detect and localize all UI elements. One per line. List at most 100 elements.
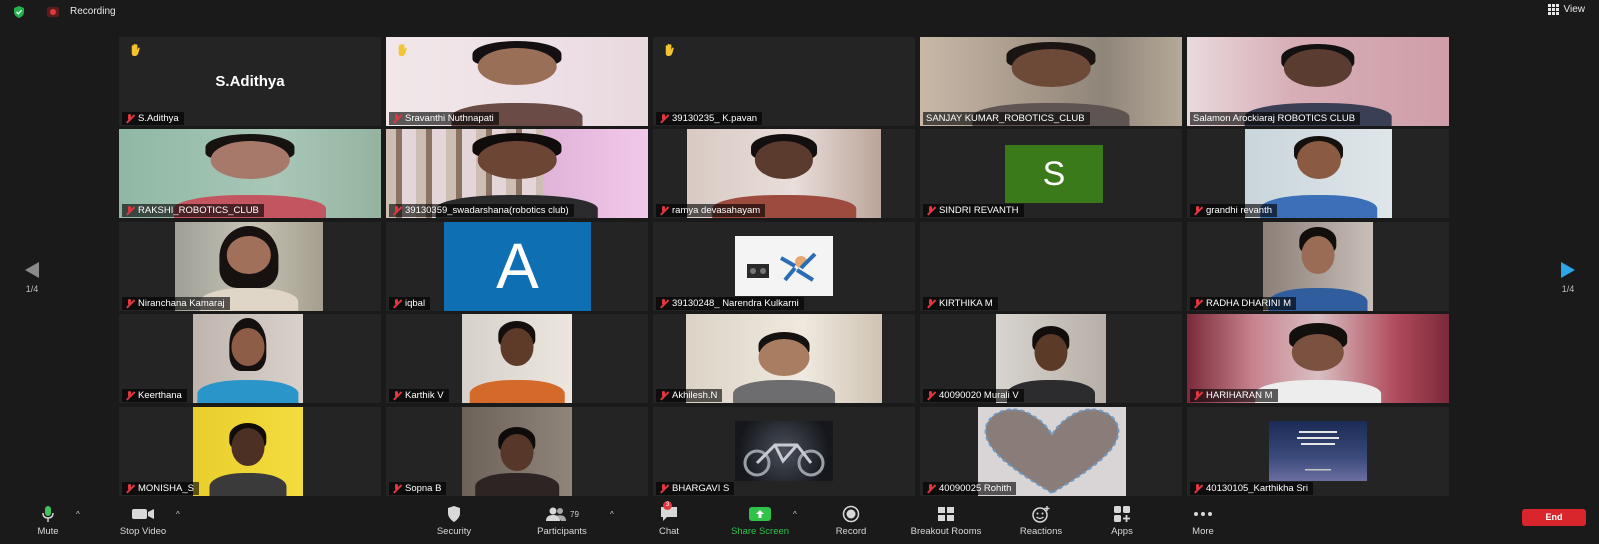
mic-muted-icon — [392, 390, 401, 401]
participant-name: HARIHARAN M — [1206, 390, 1273, 401]
participant-tile[interactable]: 40090020 Murali V — [920, 314, 1182, 403]
participant-name-tag: Keerthana — [122, 389, 187, 402]
share-screen-icon — [749, 507, 771, 521]
participant-name: 39130235_ K.pavan — [672, 113, 758, 124]
top-bar: Recording View — [0, 0, 1599, 24]
chat-button[interactable]: 3 Chat — [652, 501, 686, 537]
video-options-caret[interactable]: ^ — [176, 510, 180, 519]
participant-name-tag: 40090025 Rohith — [923, 482, 1017, 495]
mute-button[interactable]: Mute — [30, 504, 66, 537]
participants-count: 79 — [570, 509, 579, 519]
participants-button[interactable]: 79 Participants — [526, 504, 598, 537]
participant-tile[interactable]: SANJAY KUMAR_ROBOTICS_CLUB — [920, 37, 1182, 126]
mic-muted-icon — [659, 390, 668, 401]
participants-label: Participants — [537, 526, 587, 537]
participant-name-tag: iqbal — [389, 297, 431, 310]
participant-tile[interactable]: A iqbal — [386, 222, 648, 311]
mic-muted-icon — [125, 390, 134, 401]
participant-avatar: S — [1005, 145, 1103, 203]
participant-name: Sopna B — [405, 483, 442, 494]
recording-icon — [47, 7, 59, 17]
participant-name-tag: 39130248_ Narendra Kulkarni — [656, 297, 804, 310]
meeting-toolbar: Mute ^ Stop Video ^ Security 79 Particip… — [0, 500, 1599, 544]
reactions-button[interactable]: Reactions — [1012, 504, 1070, 537]
apps-button[interactable]: Apps — [1104, 504, 1140, 537]
view-button[interactable]: View — [1547, 4, 1586, 15]
record-icon — [842, 505, 860, 523]
mic-muted-icon — [125, 298, 134, 309]
mute-options-caret[interactable]: ^ — [76, 510, 80, 519]
participant-tile[interactable]: ramya devasahayam — [653, 129, 915, 218]
participant-tile[interactable]: Niranchana Kamaraj — [119, 222, 381, 311]
apps-label: Apps — [1111, 526, 1133, 537]
mic-muted-icon — [659, 483, 668, 494]
stop-video-button[interactable]: Stop Video — [108, 504, 178, 537]
participant-name-tag: ramya devasahayam — [656, 204, 766, 217]
participant-name-tag: Sopna B — [389, 482, 447, 495]
participant-video — [462, 407, 572, 496]
participant-name-tag: Sravanthi Nuthnapati — [389, 112, 499, 125]
participant-name: 40090020 Murali V — [939, 390, 1019, 401]
mic-muted-icon — [1193, 483, 1202, 494]
reactions-label: Reactions — [1019, 526, 1063, 537]
mic-muted-icon — [926, 390, 935, 401]
more-button[interactable]: More — [1186, 504, 1220, 537]
mic-muted-icon — [659, 298, 668, 309]
breakout-rooms-icon — [938, 507, 954, 521]
participant-tile[interactable]: HARIHARAN M — [1187, 314, 1449, 403]
mic-muted-icon — [659, 113, 668, 124]
participants-options-caret[interactable]: ^ — [610, 510, 614, 519]
breakout-rooms-button[interactable]: Breakout Rooms — [898, 504, 994, 537]
participant-name: KIRTHIKA M — [939, 298, 993, 309]
participant-name: SINDRI REVANTH — [939, 205, 1019, 216]
participant-tile[interactable]: 39130248_ Narendra Kulkarni — [653, 222, 915, 311]
participant-tile[interactable]: Akhilesh.N — [653, 314, 915, 403]
participant-name: 40130105_Karthikha Sri — [1206, 483, 1308, 494]
shield-icon[interactable] — [13, 6, 25, 18]
participant-tile[interactable]: 39130359_swadarshana(robotics club) — [386, 129, 648, 218]
participant-tile[interactable]: RADHA DHARINI M — [1187, 222, 1449, 311]
participant-tile[interactable]: Karthik V — [386, 314, 648, 403]
participant-tile[interactable]: 40130105_Karthikha Sri — [1187, 407, 1449, 496]
participant-tile[interactable]: S.Adithya S.Adithya — [119, 37, 381, 126]
participant-tile[interactable]: grandhi revanth — [1187, 129, 1449, 218]
stop-video-label: Stop Video — [119, 526, 167, 537]
share-options-caret[interactable]: ^ — [793, 510, 797, 519]
participant-name: 39130359_swadarshana(robotics club) — [405, 205, 569, 216]
participant-tile[interactable]: BHARGAVI S — [653, 407, 915, 496]
participant-name-tag: Niranchana Kamaraj — [122, 297, 230, 310]
participant-tile[interactable]: MONISHA_S — [119, 407, 381, 496]
share-screen-button[interactable]: Share Screen — [722, 504, 798, 537]
chat-label: Chat — [658, 526, 680, 537]
page-indicator-right: 1/4 — [1561, 284, 1575, 294]
participant-name: 39130248_ Narendra Kulkarni — [672, 298, 799, 309]
record-button[interactable]: Record — [830, 504, 872, 537]
participant-tile[interactable]: Sopna B — [386, 407, 648, 496]
reactions-emoji-icon — [1032, 506, 1050, 523]
end-meeting-button[interactable]: End — [1522, 509, 1586, 526]
mic-muted-icon — [1193, 390, 1202, 401]
security-shield-icon — [448, 506, 460, 522]
participant-name: SANJAY KUMAR_ROBOTICS_CLUB — [926, 113, 1085, 124]
participant-tile-active-speaker[interactable]: Salamon Arockiaraj ROBOTICS CLUB — [1187, 37, 1449, 126]
arrow-right-icon — [1561, 262, 1575, 278]
raised-hand-icon — [398, 43, 407, 57]
arrow-left-icon — [25, 262, 39, 278]
participant-tile[interactable]: Keerthana — [119, 314, 381, 403]
participant-tile[interactable]: RAKSHI_ROBOTICS_CLUB — [119, 129, 381, 218]
participant-profile-image — [735, 236, 833, 296]
participant-tile[interactable]: S SINDRI REVANTH — [920, 129, 1182, 218]
more-ellipsis-icon — [1194, 512, 1212, 516]
participant-tile[interactable]: 39130235_ K.pavan — [653, 37, 915, 126]
participant-tile[interactable]: 40090025 Rohith — [920, 407, 1182, 496]
participant-name-tag: 40090020 Murali V — [923, 389, 1024, 402]
participant-tile[interactable]: KIRTHIKA M — [920, 222, 1182, 311]
mic-muted-icon — [392, 298, 401, 309]
participant-tile[interactable]: Sravanthi Nuthnapati — [386, 37, 648, 126]
participant-name: RAKSHI_ROBOTICS_CLUB — [138, 205, 259, 216]
security-button[interactable]: Security — [428, 504, 480, 537]
share-screen-label: Share Screen — [730, 526, 790, 537]
view-label: View — [1563, 4, 1586, 15]
next-page-button[interactable]: 1/4 — [1548, 262, 1588, 294]
previous-page-button[interactable]: 1/4 — [12, 262, 52, 294]
